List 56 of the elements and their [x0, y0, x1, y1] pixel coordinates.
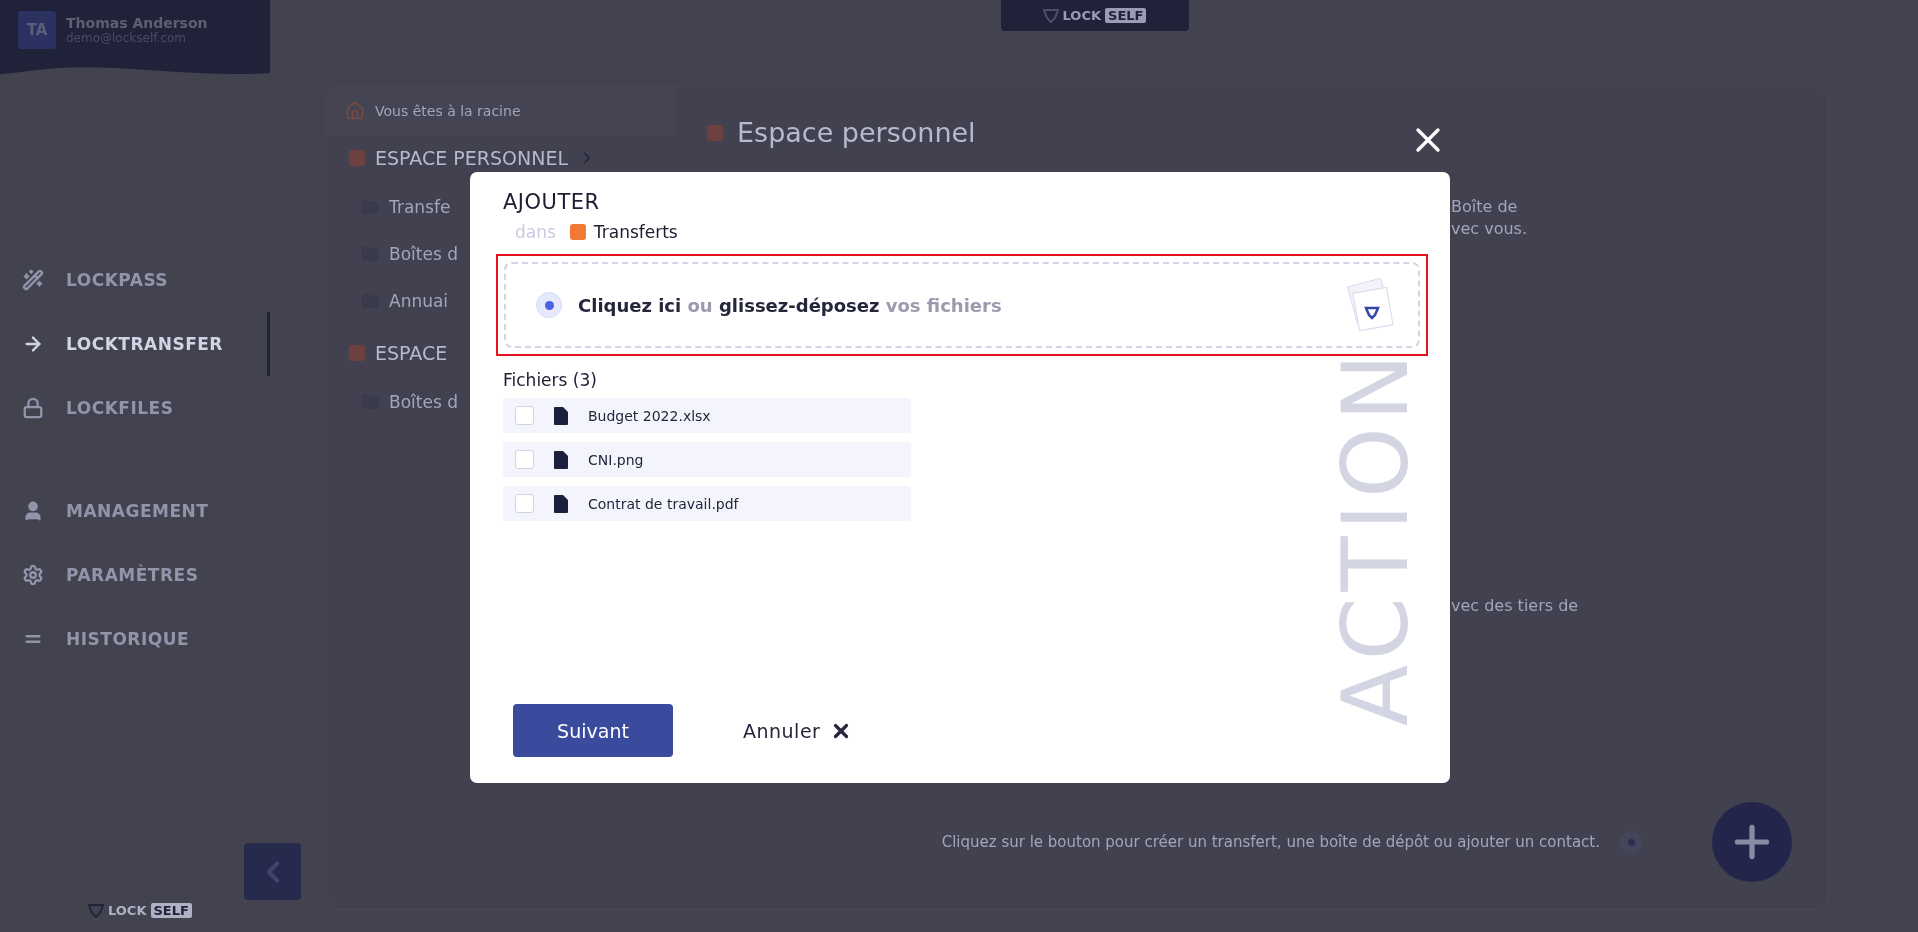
shield-icon [88, 903, 104, 918]
home-icon [345, 101, 365, 121]
checkbox[interactable] [515, 406, 534, 425]
folder-name[interactable]: Boîtes d [389, 391, 458, 412]
section-title[interactable]: ESPACE PERSONNEL [375, 147, 568, 169]
collapse-button[interactable] [244, 843, 301, 900]
description-text: vec des tiers de [1451, 596, 1580, 615]
location-name: Transferts [593, 222, 678, 242]
drop-instructions: Cliquez ici ou glissez-déposez vos fichiers [578, 294, 1003, 316]
file-icon [554, 494, 568, 513]
checkbox[interactable] [515, 494, 534, 513]
nav-item[interactable]: HISTORIQUE [0, 607, 270, 671]
file-icon [554, 450, 568, 469]
file-row[interactable]: Budget 2022.xlsx [503, 398, 911, 433]
shield-icon [1042, 8, 1059, 23]
logo-badge: SELF [1105, 8, 1147, 23]
dot-icon [1620, 831, 1642, 853]
space-icon [349, 150, 365, 166]
section-title[interactable]: ESPACE [375, 342, 448, 364]
file-name: Contrat de travail.pdf [588, 495, 739, 512]
description-text: Boîte de [1451, 196, 1519, 218]
space-icon [569, 224, 586, 240]
page-title: Espace personnel [737, 117, 976, 148]
dialog-title: AJOUTER [503, 190, 601, 214]
nav-item[interactable]: MANAGEMENT [0, 479, 270, 543]
nav-item[interactable]: LOCKPASS [0, 248, 270, 312]
wand-icon [22, 269, 44, 291]
files-heading: Fichiers (3) [503, 370, 598, 390]
space-icon [707, 124, 723, 141]
file-icon [554, 406, 568, 425]
nav-item[interactable]: LOCKFILES [0, 376, 270, 440]
nav-item[interactable]: LOCKTRANSFER [0, 312, 270, 376]
file-row[interactable]: CNI.png [503, 442, 911, 477]
radio-button[interactable] [536, 292, 562, 318]
breadcrumb-text: Vous êtes à la racine [375, 103, 521, 119]
user-name: Thomas Anderson [66, 15, 208, 31]
folder-name[interactable]: Transfe [389, 196, 451, 217]
next-button[interactable]: Suivant [513, 704, 673, 757]
cancel-button[interactable]: Annuler [737, 718, 859, 743]
file-name: CNI.png [588, 451, 644, 468]
checkbox[interactable] [515, 450, 534, 469]
folder-name[interactable]: Boîtes d [389, 243, 458, 264]
logo-text: LOCK [1062, 8, 1102, 23]
lock-icon [22, 397, 44, 419]
file-name: Budget 2022.xlsx [588, 407, 711, 424]
documents-drawing [1346, 278, 1396, 332]
drop-zone[interactable]: Cliquez ici ou glissez-déposez vos fichiers [504, 262, 1420, 348]
folder-name[interactable]: Annuai [389, 290, 449, 311]
file-row[interactable]: Contrat de travail.pdf [503, 486, 911, 521]
space-icon [349, 345, 365, 361]
settings-icon [22, 564, 44, 586]
description-text: vec vous. [1451, 218, 1528, 240]
user-icon [22, 500, 44, 522]
nav-item[interactable]: PARAMÈTRES [0, 543, 270, 607]
logo: LOCK SELF [88, 903, 270, 918]
help-text: Cliquez sur le bouton pour créer un transfert, une boîte de dépôt ou ajouter un contact. [940, 832, 1600, 852]
